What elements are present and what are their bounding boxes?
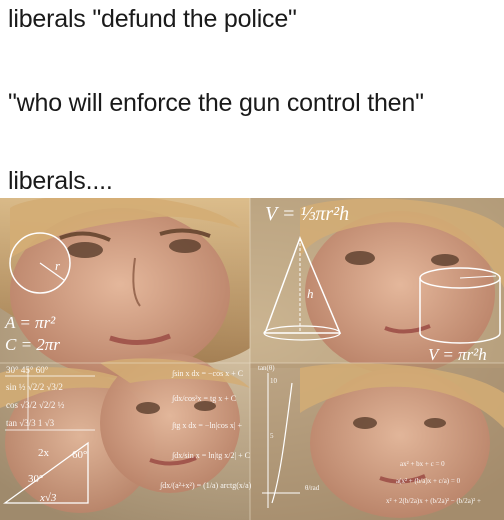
angle-60-label: 60° — [72, 449, 87, 461]
quadratic-step-b: x² + 2(b/2a)x + (b/2a)² − (b/2a)² + — [386, 497, 481, 505]
quadratic-step-a: a(x² + (b/a)x + c/a) = 0 — [396, 477, 461, 485]
integral-arctg: ∫dx/(a²+x²) = (1/a) arctg(x/a) — [159, 481, 252, 490]
trig-header: 30° 45° 60° — [6, 365, 49, 375]
integral-tg: ∫tg x dx = −ln|cos x| + — [171, 421, 243, 430]
caption-line-1: liberals "defund the police" — [8, 5, 297, 33]
meme-image: V = ⅓πr²h A = πr² C = 2πr V = πr²h r h 3… — [0, 198, 504, 520]
angle-30-label: 30° — [28, 473, 43, 485]
trig-cos-row: cos √3/2 √2/2 ½ — [6, 400, 65, 410]
caption-line-2: "who will enforce the gun control then" — [8, 89, 424, 117]
tan-tick-5: 5 — [270, 432, 274, 440]
integral-sin: ∫sin x dx = −cos x + C — [171, 369, 243, 378]
math-lady-image: V = ⅓πr²h A = πr² C = 2πr V = πr²h r h 3… — [0, 198, 504, 520]
height-label: h — [307, 286, 314, 301]
quadratic-equation: ax² + bx + c = 0 — [400, 460, 445, 468]
formula-volume-cylinder: V = πr²h — [428, 345, 487, 364]
tan-tick-10: 10 — [270, 377, 278, 385]
unit-rad-label: θ/rad — [305, 484, 320, 492]
trig-sin-row: sin ½ √2/2 √3/2 — [6, 382, 63, 392]
trig-tan-row: tan √3/3 1 √3 — [6, 418, 55, 428]
side-2x-label: 2x — [38, 447, 50, 459]
caption-line-3: liberals.... — [8, 167, 113, 195]
formula-area-circle: A = πr² — [4, 313, 56, 332]
tan-graph-label: tan(θ) — [258, 364, 275, 372]
side-x-root3-label: x√3 — [39, 492, 57, 504]
formula-volume-cone: V = ⅓πr²h — [265, 203, 349, 225]
integral-sec: ∫dx/cos²x = tg x + C — [171, 394, 236, 403]
formula-circumference: C = 2πr — [5, 335, 60, 354]
integral-csc: ∫dx/sin x = ln|tg x/2| + C — [171, 451, 250, 460]
